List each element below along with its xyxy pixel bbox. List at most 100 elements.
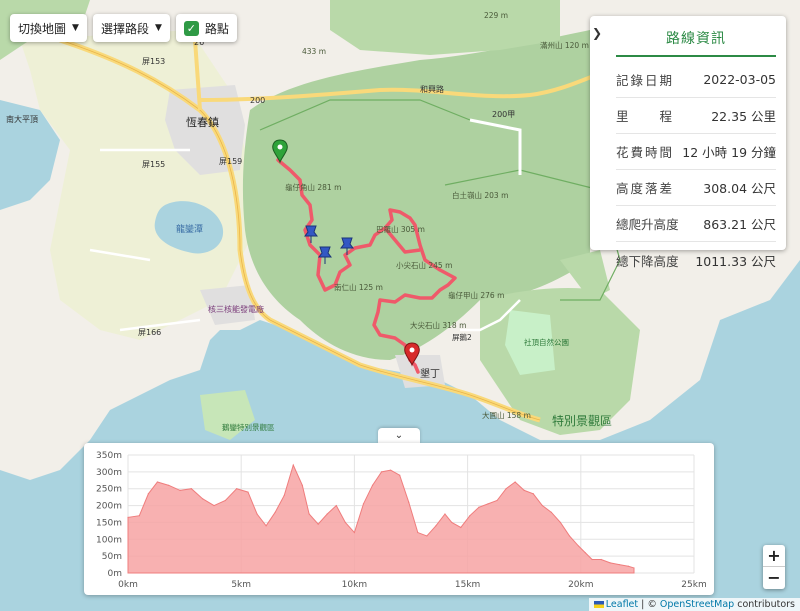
chevron-down-icon: ▼	[72, 23, 79, 33]
elevation-point	[353, 531, 355, 534]
zoom-in-button[interactable]: +	[763, 545, 785, 567]
select-section-button[interactable]: 選擇路段 ▼	[92, 14, 170, 42]
elevation-point	[435, 525, 437, 527]
elevation-point	[559, 521, 562, 524]
road-label-p166: 屏166	[138, 328, 161, 337]
y-tick-label: 350m	[96, 451, 122, 461]
y-tick-label: 250m	[96, 485, 122, 495]
info-row-label: 花費時間	[616, 145, 672, 160]
place-label-landscape-left: 鵝鑾特別景觀區	[222, 422, 275, 432]
x-tick-label: 5km	[231, 580, 251, 590]
place-label-park: 社頂自然公園	[524, 337, 569, 347]
x-tick-label: 0km	[118, 580, 138, 590]
elevation-point	[390, 469, 392, 471]
elevation-point	[308, 513, 310, 515]
elevation-collapse-button[interactable]: ⌄	[378, 428, 420, 444]
info-row: 總下降高度 1011.33 公尺	[616, 242, 776, 278]
peak-label-2: 白土嶺山 203 m	[452, 190, 508, 200]
road-label-p153: 屏153	[142, 57, 165, 66]
place-label-plant: 核三核能發電廠	[208, 304, 264, 314]
switch-map-button[interactable]: 切換地圖 ▼	[10, 14, 87, 42]
peak-label-9: 滿州山 120 m	[540, 40, 589, 50]
info-row-value: 22.35 公里	[711, 109, 776, 124]
route-info-panel: ❯ 路線資訊 記錄日期 2022-03-05 里程 22.35 公里花費時間 12 小時…	[590, 16, 786, 269]
road-label-hexing: 和興路	[420, 84, 444, 94]
elevation-chart: 0m 50m 100m 150m 200m 250m 300m 350m 0km 5km 10km 1…	[96, 451, 707, 590]
elevation-point	[371, 484, 374, 486]
elevation-profile-panel: 0m 50m 100m 150m 200m 250m 300m 350m 0km 5km 10km 1…	[84, 443, 714, 595]
zoom-out-button[interactable]: −	[763, 567, 785, 589]
leaflet-link[interactable]: Leaflet	[606, 599, 638, 610]
elevation-point	[514, 481, 516, 483]
chevron-down-icon: ⌄	[394, 430, 404, 441]
elevation-point	[478, 506, 480, 508]
chevron-down-icon: ▼	[154, 23, 162, 33]
place-label-road2: 屏鵝2	[452, 332, 472, 342]
chevron-right-icon[interactable]: ❯	[592, 26, 602, 40]
elevation-point	[326, 513, 328, 515]
elevation-point	[460, 526, 462, 529]
elevation-point	[380, 471, 383, 473]
waypoint-label: 路點	[204, 21, 229, 36]
elevation-point	[426, 535, 428, 537]
y-tick-label: 200m	[96, 502, 122, 512]
elevation-point	[444, 513, 446, 515]
elevation-point	[627, 565, 629, 567]
peak-label-1: 龜仔角山 281 m	[285, 182, 341, 192]
x-tick-label: 15km	[455, 580, 480, 590]
elevation-point	[609, 562, 611, 564]
elevation-point	[213, 504, 215, 507]
elevation-point	[469, 515, 471, 517]
map-attribution: Leaflet | © OpenStreetMap contributors	[588, 598, 800, 611]
info-row: 總爬升高度 863.21 公尺	[616, 206, 776, 242]
route-info-title: 路線資訊	[616, 28, 776, 57]
elevation-point	[408, 501, 410, 503]
elevation-point	[335, 504, 337, 507]
elevation-point	[147, 493, 149, 495]
peak-label-8: 大圓山 158 m	[482, 410, 531, 420]
elevation-point	[301, 484, 303, 486]
elevation-point	[600, 558, 602, 561]
water-label-lake: 龍鑾潭	[176, 223, 203, 235]
elevation-point	[168, 484, 170, 486]
peak-label-5: 龜仔甲山 276 m	[448, 290, 504, 300]
road-label-200: 200	[250, 96, 265, 105]
elevation-point	[505, 488, 507, 490]
elevation-point	[156, 481, 159, 483]
osm-link[interactable]: OpenStreetMap	[660, 599, 734, 610]
y-tick-label: 150m	[96, 518, 122, 528]
elevation-point	[179, 489, 181, 491]
peak-label-10: 229 m	[484, 11, 508, 20]
place-label-south: 南大平頂	[6, 114, 38, 124]
waypoint-toggle[interactable]: ✓ 路點	[175, 14, 237, 42]
info-row-label: 高度落差	[616, 181, 672, 196]
road-label-p159: 屏159	[219, 157, 242, 166]
checkbox-checked-icon: ✓	[183, 20, 199, 36]
elevation-point	[487, 503, 489, 505]
info-row: 里程 22.35 公里	[616, 98, 776, 134]
elevation-point	[236, 488, 238, 490]
road-label-p155: 屏155	[142, 160, 165, 169]
y-tick-label: 100m	[96, 535, 122, 545]
elevation-point	[541, 504, 543, 507]
elevation-point	[274, 511, 276, 513]
road-label-200a: 200甲	[492, 110, 515, 119]
elevation-point	[532, 493, 534, 495]
elevation-point	[247, 491, 249, 493]
elevation-point	[362, 503, 365, 505]
elevation-point	[577, 545, 580, 547]
elevation-point	[584, 552, 586, 554]
elevation-point	[292, 464, 294, 466]
y-tick-label: 300m	[96, 468, 122, 478]
zoom-control: + −	[763, 545, 785, 589]
info-row: 高度落差 308.04 公尺	[616, 170, 776, 206]
peak-label-3: 巴羅山 305 m	[376, 224, 425, 234]
info-row-label: 總下降高度	[616, 253, 679, 269]
info-row-label: 總爬升高度	[616, 217, 679, 232]
elevation-point	[417, 531, 419, 534]
peak-label-7: 南仁山 125 m	[334, 282, 383, 292]
town-label-kenting: 墾丁	[420, 367, 440, 380]
info-row-value: 12 小時 19 分鐘	[682, 145, 776, 160]
info-row-value: 2022-03-05	[703, 72, 776, 87]
town-label-hengchun: 恆春鎮	[186, 115, 219, 129]
